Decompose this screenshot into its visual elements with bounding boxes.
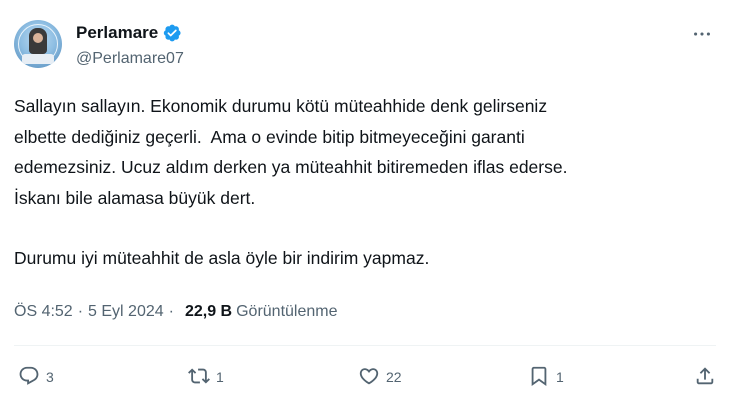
- tweet-card: Perlamare @Perlamare07 Sallayın sallayın…: [0, 0, 730, 420]
- author-handle[interactable]: @Perlamare07: [76, 50, 184, 68]
- meta-separator-2: ·: [168, 303, 174, 320]
- tweet-meta: ÖS 4:52 · 5 Eyl 2024 · 22,9 B Görüntülen…: [14, 300, 338, 324]
- share-icon: [694, 365, 716, 390]
- retweet-count: 1: [216, 369, 224, 385]
- tweet-header: Perlamare @Perlamare07: [14, 18, 716, 78]
- retweet-icon: [188, 365, 210, 390]
- display-name[interactable]: Perlamare: [76, 23, 158, 43]
- views-label[interactable]: Görüntülenme: [236, 303, 337, 321]
- reply-button[interactable]: 3: [18, 362, 54, 392]
- bookmark-count: 1: [556, 369, 564, 385]
- views-count[interactable]: 22,9 B: [185, 303, 232, 321]
- reply-count: 3: [46, 369, 54, 385]
- bookmark-icon: [528, 365, 550, 390]
- meta-separator: ·: [77, 303, 84, 320]
- share-button[interactable]: [694, 362, 716, 392]
- retweet-button[interactable]: 1: [188, 362, 224, 392]
- tweet-text: Sallayın sallayın. Ekonomik durumu kötü …: [14, 91, 714, 274]
- author-names: Perlamare @Perlamare07: [76, 22, 184, 68]
- tweet-paragraph-1: Sallayın sallayın. Ekonomik durumu kötü …: [14, 96, 568, 208]
- bookmark-button[interactable]: 1: [528, 362, 564, 392]
- avatar-base: [22, 54, 54, 64]
- tweet-date[interactable]: 5 Eyl 2024: [88, 303, 164, 321]
- display-name-row: Perlamare: [76, 22, 184, 44]
- more-options-icon[interactable]: [690, 22, 714, 46]
- tweet-paragraph-2: Durumu iyi müteahhit de asla öyle bir in…: [14, 248, 430, 268]
- divider: [14, 345, 716, 346]
- reply-icon: [18, 365, 40, 390]
- tweet-time[interactable]: ÖS 4:52: [14, 303, 73, 321]
- action-bar: 3 1 22 1: [14, 362, 716, 392]
- avatar[interactable]: [14, 20, 62, 68]
- like-count: 22: [386, 369, 402, 385]
- verified-badge-icon[interactable]: [162, 23, 182, 43]
- like-button[interactable]: 22: [358, 362, 402, 392]
- heart-icon: [358, 365, 380, 390]
- avatar-face: [33, 33, 43, 43]
